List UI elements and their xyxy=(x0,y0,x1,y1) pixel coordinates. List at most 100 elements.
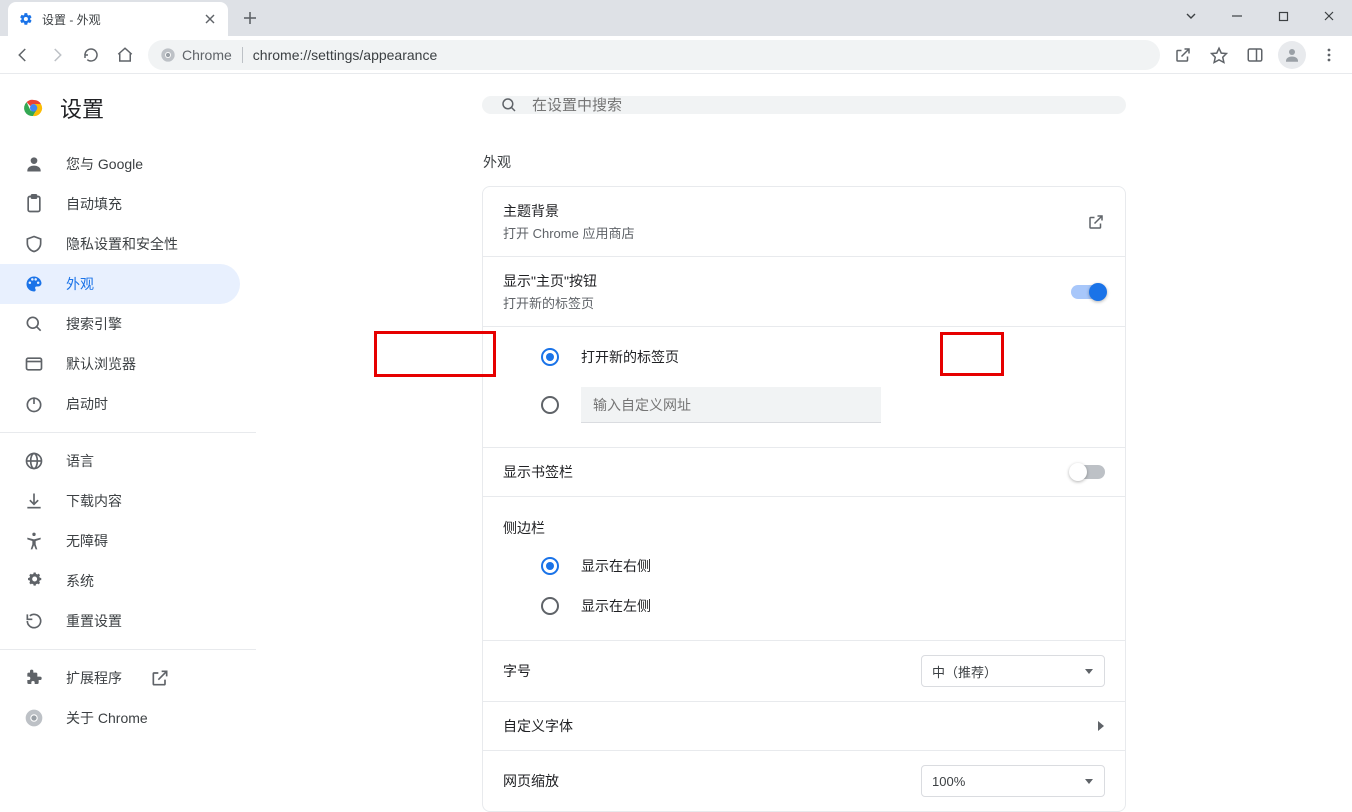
sidebar-item-system[interactable]: 系统 xyxy=(0,561,240,601)
sidebar-item-label: 下载内容 xyxy=(66,491,122,511)
sidebar-item-label: 语言 xyxy=(66,451,94,471)
zoom-label: 网页缩放 xyxy=(503,771,921,791)
sidebar-item-label: 默认浏览器 xyxy=(66,354,136,374)
home-button-title: 显示"主页"按钮 xyxy=(503,271,1071,291)
radio-label: 显示在左侧 xyxy=(581,596,651,616)
radio-custom-url[interactable] xyxy=(503,377,1105,433)
settings-sidebar: 设置 您与 Google 自动填充 隐私设置和安全性 外观 搜索引擎 xyxy=(0,74,256,780)
site-chip: Chrome xyxy=(160,47,232,63)
row-custom-fonts[interactable]: 自定义字体 xyxy=(483,701,1125,750)
sidepanel-icon[interactable] xyxy=(1238,38,1272,72)
menu-icon[interactable] xyxy=(1312,38,1346,72)
address-bar[interactable]: Chrome chrome://settings/appearance xyxy=(148,40,1160,70)
sidebar-item-label: 扩展程序 xyxy=(66,668,122,688)
profile-avatar-button[interactable] xyxy=(1278,41,1306,69)
sidebar-item-downloads[interactable]: 下载内容 xyxy=(0,481,240,521)
font-size-select[interactable]: 中（推荐） xyxy=(921,655,1105,687)
radio-icon xyxy=(541,396,559,414)
radio-sidepanel-right[interactable]: 显示在右侧 xyxy=(503,546,1105,586)
toggle-show-home[interactable] xyxy=(1071,285,1105,299)
sidebar-item-label: 外观 xyxy=(66,274,94,294)
sidebar-item-label: 系统 xyxy=(66,571,94,591)
radio-icon xyxy=(541,557,559,575)
font-size-label: 字号 xyxy=(503,661,921,681)
settings-search-input[interactable] xyxy=(532,97,1108,114)
chevron-down-icon xyxy=(1084,666,1094,676)
sidebar-item-default-browser[interactable]: 默认浏览器 xyxy=(0,344,240,384)
theme-sub: 打开 Chrome 应用商店 xyxy=(503,223,1087,242)
share-icon[interactable] xyxy=(1166,38,1200,72)
sidebar-item-label: 隐私设置和安全性 xyxy=(66,234,178,254)
toggle-show-bookmarks[interactable] xyxy=(1071,465,1105,479)
window-controls xyxy=(1168,0,1352,32)
maximize-button[interactable] xyxy=(1260,0,1306,32)
bookmarks-title: 显示书签栏 xyxy=(503,462,1071,482)
back-button[interactable] xyxy=(6,38,40,72)
settings-main: 外观 主题背景 打开 Chrome 应用商店 显示"主页"按钮 打开新的标签页 xyxy=(256,74,1352,780)
forward-button[interactable] xyxy=(40,38,74,72)
external-link-icon xyxy=(150,668,170,688)
close-window-button[interactable] xyxy=(1306,0,1352,32)
app-title: 设置 xyxy=(60,92,104,124)
radio-sidepanel-left[interactable]: 显示在左侧 xyxy=(503,586,1105,626)
browser-toolbar: Chrome chrome://settings/appearance xyxy=(0,36,1352,74)
browser-tab[interactable]: 设置 - 外观 xyxy=(8,2,228,36)
search-icon xyxy=(500,96,518,114)
row-sidepanel-header: 侧边栏 xyxy=(483,496,1125,544)
new-tab-button[interactable] xyxy=(236,4,264,32)
sidebar-item-about-chrome[interactable]: 关于 Chrome xyxy=(0,698,240,738)
radio-icon xyxy=(541,597,559,615)
sidebar-separator xyxy=(0,432,256,433)
radio-label: 打开新的标签页 xyxy=(581,347,679,367)
sidebar-item-accessibility[interactable]: 无障碍 xyxy=(0,521,240,561)
select-value: 100% xyxy=(932,774,965,789)
sidebar-item-languages[interactable]: 语言 xyxy=(0,441,240,481)
select-value: 中（推荐） xyxy=(932,662,997,681)
chevron-down-icon xyxy=(1084,776,1094,786)
row-page-zoom: 网页缩放 100% xyxy=(483,750,1125,811)
radio-new-tab-page[interactable]: 打开新的标签页 xyxy=(503,337,1105,377)
omnibox-divider xyxy=(242,47,243,63)
row-show-bookmarks-bar: 显示书签栏 xyxy=(483,447,1125,496)
bookmark-star-icon[interactable] xyxy=(1202,38,1236,72)
sidepanel-options: 显示在右侧 显示在左侧 xyxy=(483,544,1125,640)
sidebar-item-label: 启动时 xyxy=(66,394,108,414)
sidebar-item-privacy[interactable]: 隐私设置和安全性 xyxy=(0,224,240,264)
url-text: chrome://settings/appearance xyxy=(253,47,437,63)
external-link-icon xyxy=(1087,213,1105,231)
site-chip-label: Chrome xyxy=(182,47,232,63)
row-font-size: 字号 中（推荐） xyxy=(483,640,1125,701)
close-tab-button[interactable] xyxy=(202,11,218,27)
settings-search[interactable] xyxy=(482,96,1126,114)
minimize-button[interactable] xyxy=(1214,0,1260,32)
radio-icon xyxy=(541,348,559,366)
chevron-down-icon[interactable] xyxy=(1168,0,1214,32)
appearance-card: 主题背景 打开 Chrome 应用商店 显示"主页"按钮 打开新的标签页 xyxy=(482,186,1126,812)
sidebar-item-label: 您与 Google xyxy=(66,154,143,174)
sidebar-item-label: 自动填充 xyxy=(66,194,122,214)
home-button-sub: 打开新的标签页 xyxy=(503,293,1071,312)
sidebar-item-on-startup[interactable]: 启动时 xyxy=(0,384,240,424)
sidebar-item-appearance[interactable]: 外观 xyxy=(0,264,240,304)
zoom-select[interactable]: 100% xyxy=(921,765,1105,797)
radio-label: 显示在右侧 xyxy=(581,556,651,576)
sidebar-item-label: 无障碍 xyxy=(66,531,108,551)
sidebar-item-label: 搜索引擎 xyxy=(66,314,122,334)
sidebar-item-reset[interactable]: 重置设置 xyxy=(0,601,240,641)
sidebar-item-extensions[interactable]: 扩展程序 xyxy=(0,658,240,698)
sidebar-item-you-and-google[interactable]: 您与 Google xyxy=(0,144,240,184)
home-button[interactable] xyxy=(108,38,142,72)
custom-url-input[interactable] xyxy=(581,387,881,423)
row-show-home-button: 显示"主页"按钮 打开新的标签页 xyxy=(483,256,1125,326)
sidebar-item-search-engine[interactable]: 搜索引擎 xyxy=(0,304,240,344)
chrome-logo-icon xyxy=(22,96,46,120)
tab-title: 设置 - 外观 xyxy=(42,11,202,28)
row-theme[interactable]: 主题背景 打开 Chrome 应用商店 xyxy=(483,187,1125,256)
section-title: 外观 xyxy=(483,152,1127,172)
reload-button[interactable] xyxy=(74,38,108,72)
sidebar-item-autofill[interactable]: 自动填充 xyxy=(0,184,240,224)
sidepanel-title: 侧边栏 xyxy=(503,518,1105,538)
sidebar-item-label: 重置设置 xyxy=(66,611,122,631)
sidebar-separator xyxy=(0,649,256,650)
titlebar: 设置 - 外观 xyxy=(0,0,1352,36)
